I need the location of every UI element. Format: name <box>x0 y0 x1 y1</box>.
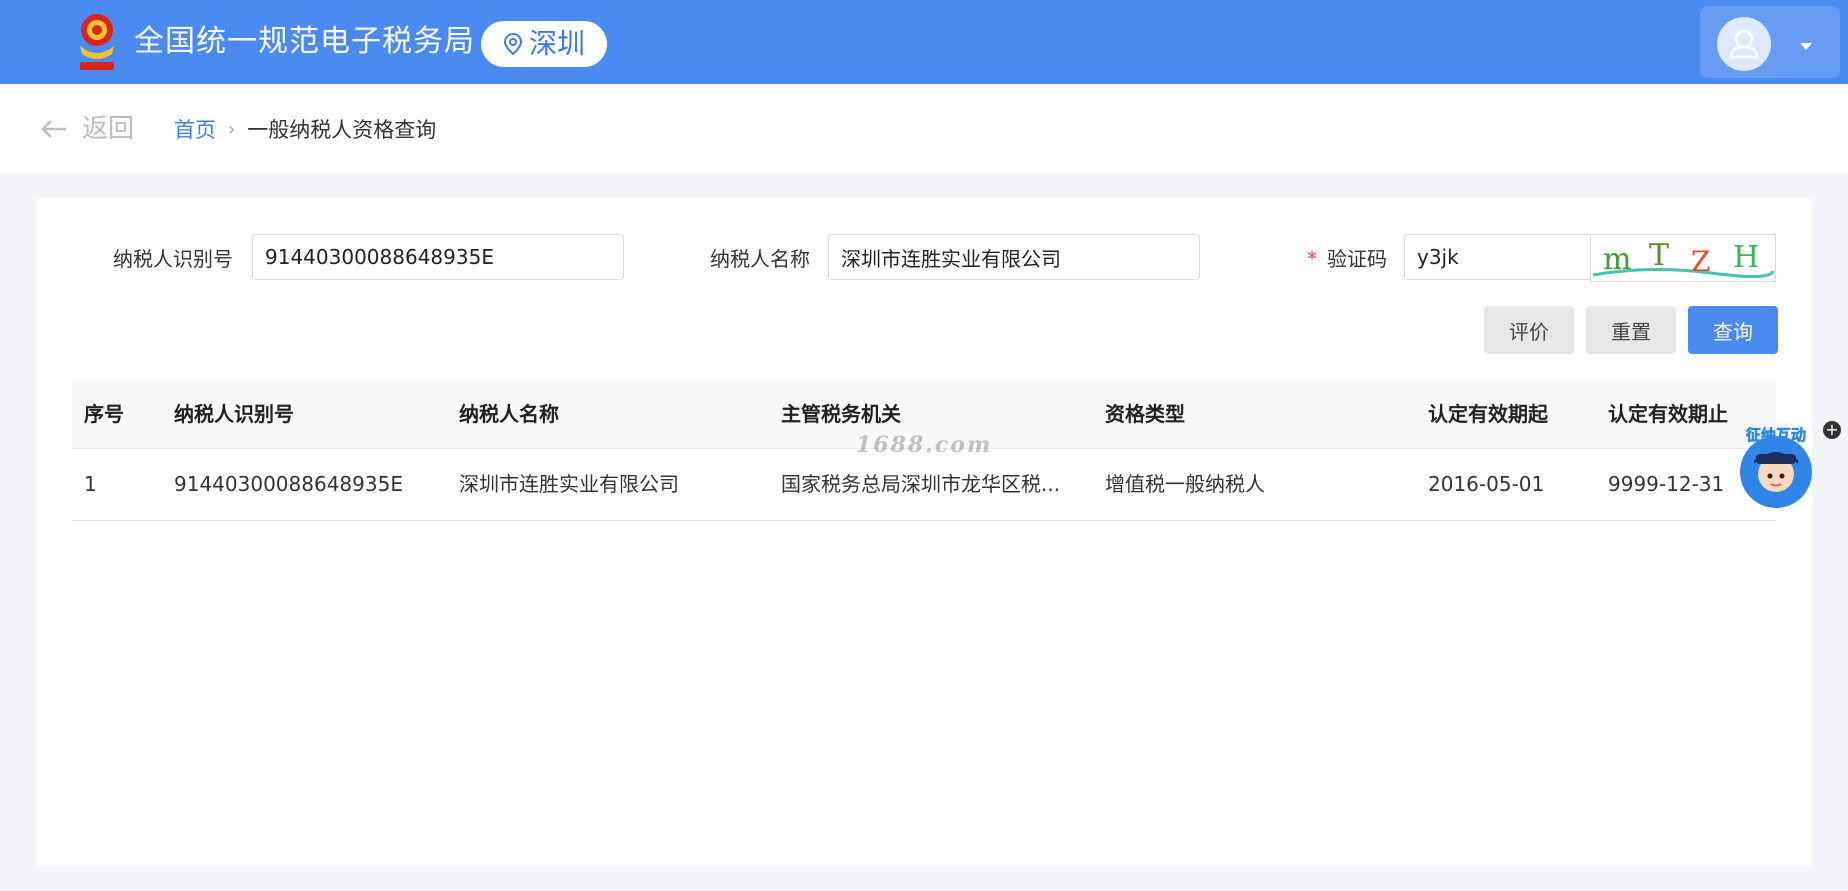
cell-qualification-type: 增值税一般纳税人 <box>1105 472 1265 496</box>
captcha-input[interactable] <box>1404 234 1614 280</box>
cell-taxpayer-name: 深圳市连胜实业有限公司 <box>459 472 679 496</box>
query-button[interactable]: 查询 <box>1688 306 1778 354</box>
taxpayer-id-input[interactable] <box>252 234 624 280</box>
captcha-label-group: * 验证码 <box>1307 246 1387 272</box>
breadcrumb-current: 一般纳税人资格查询 <box>247 118 437 142</box>
svg-text:Z: Z <box>1691 245 1710 278</box>
breadcrumb: 首页 › 一般纳税人资格查询 <box>174 116 436 144</box>
arrow-left-icon <box>41 120 66 138</box>
column-header-valid-to: 认定有效期止 <box>1608 402 1728 426</box>
breadcrumb-home-link[interactable]: 首页 <box>174 116 216 144</box>
taxpayer-name-input[interactable] <box>828 234 1200 280</box>
user-menu[interactable] <box>1700 6 1840 78</box>
breadcrumb-bar: 返回 首页 › 一般纳税人资格查询 <box>0 84 1848 174</box>
cell-valid-from: 2016-05-01 <box>1428 472 1545 496</box>
column-header-taxpayer-id: 纳税人识别号 <box>174 402 294 426</box>
svg-text:m: m <box>1603 242 1631 277</box>
cell-taxpayer-id: 91440300088648935E <box>174 472 403 496</box>
rate-button[interactable]: 评价 <box>1484 306 1574 354</box>
assistant-avatar-icon: 征纳互动 <box>1740 426 1812 508</box>
watermark-text: 1688.com <box>856 432 993 458</box>
chevron-right-icon: › <box>228 119 236 140</box>
region-selector[interactable]: 深圳 <box>481 21 607 67</box>
top-header: 全国统一规范电子税务局 深圳 <box>0 0 1848 84</box>
taxpayer-id-label: 纳税人识别号 <box>113 247 233 271</box>
taxpayer-name-label: 纳税人名称 <box>710 247 810 271</box>
user-avatar-icon <box>1717 17 1771 71</box>
assistant-label: 征纳互动 <box>1746 426 1806 444</box>
reset-button[interactable]: 重置 <box>1586 306 1676 354</box>
captcha-image[interactable]: m T Z H <box>1590 234 1776 282</box>
column-header-taxpayer-name: 纳税人名称 <box>459 402 559 426</box>
cell-tax-authority: 国家税务总局深圳市龙华区税... <box>781 472 1061 496</box>
captcha-label: 验证码 <box>1327 247 1387 271</box>
plus-icon[interactable]: + <box>1823 421 1841 439</box>
location-pin-icon <box>503 32 522 56</box>
svg-text:T: T <box>1649 238 1669 273</box>
back-label: 返回 <box>82 114 135 144</box>
svg-text:H: H <box>1733 240 1759 275</box>
back-button[interactable]: 返回 <box>40 114 134 144</box>
site-title: 全国统一规范电子税务局 <box>134 24 475 59</box>
required-mark: * <box>1307 247 1317 271</box>
captcha-graphic: m T Z H <box>1592 238 1775 279</box>
column-header-valid-from: 认定有效期起 <box>1428 402 1548 426</box>
chevron-down-icon <box>1800 43 1812 50</box>
cell-index: 1 <box>84 472 97 496</box>
column-header-index: 序号 <box>84 402 124 426</box>
assistant-widget[interactable]: 征纳互动 <box>1734 420 1818 510</box>
region-name: 深圳 <box>528 27 585 60</box>
table-row[interactable]: 1 91440300088648935E 深圳市连胜实业有限公司 国家税务总局深… <box>72 449 1776 521</box>
column-header-qualification-type: 资格类型 <box>1105 402 1185 426</box>
query-card <box>36 198 1812 867</box>
national-emblem-icon <box>80 14 114 70</box>
